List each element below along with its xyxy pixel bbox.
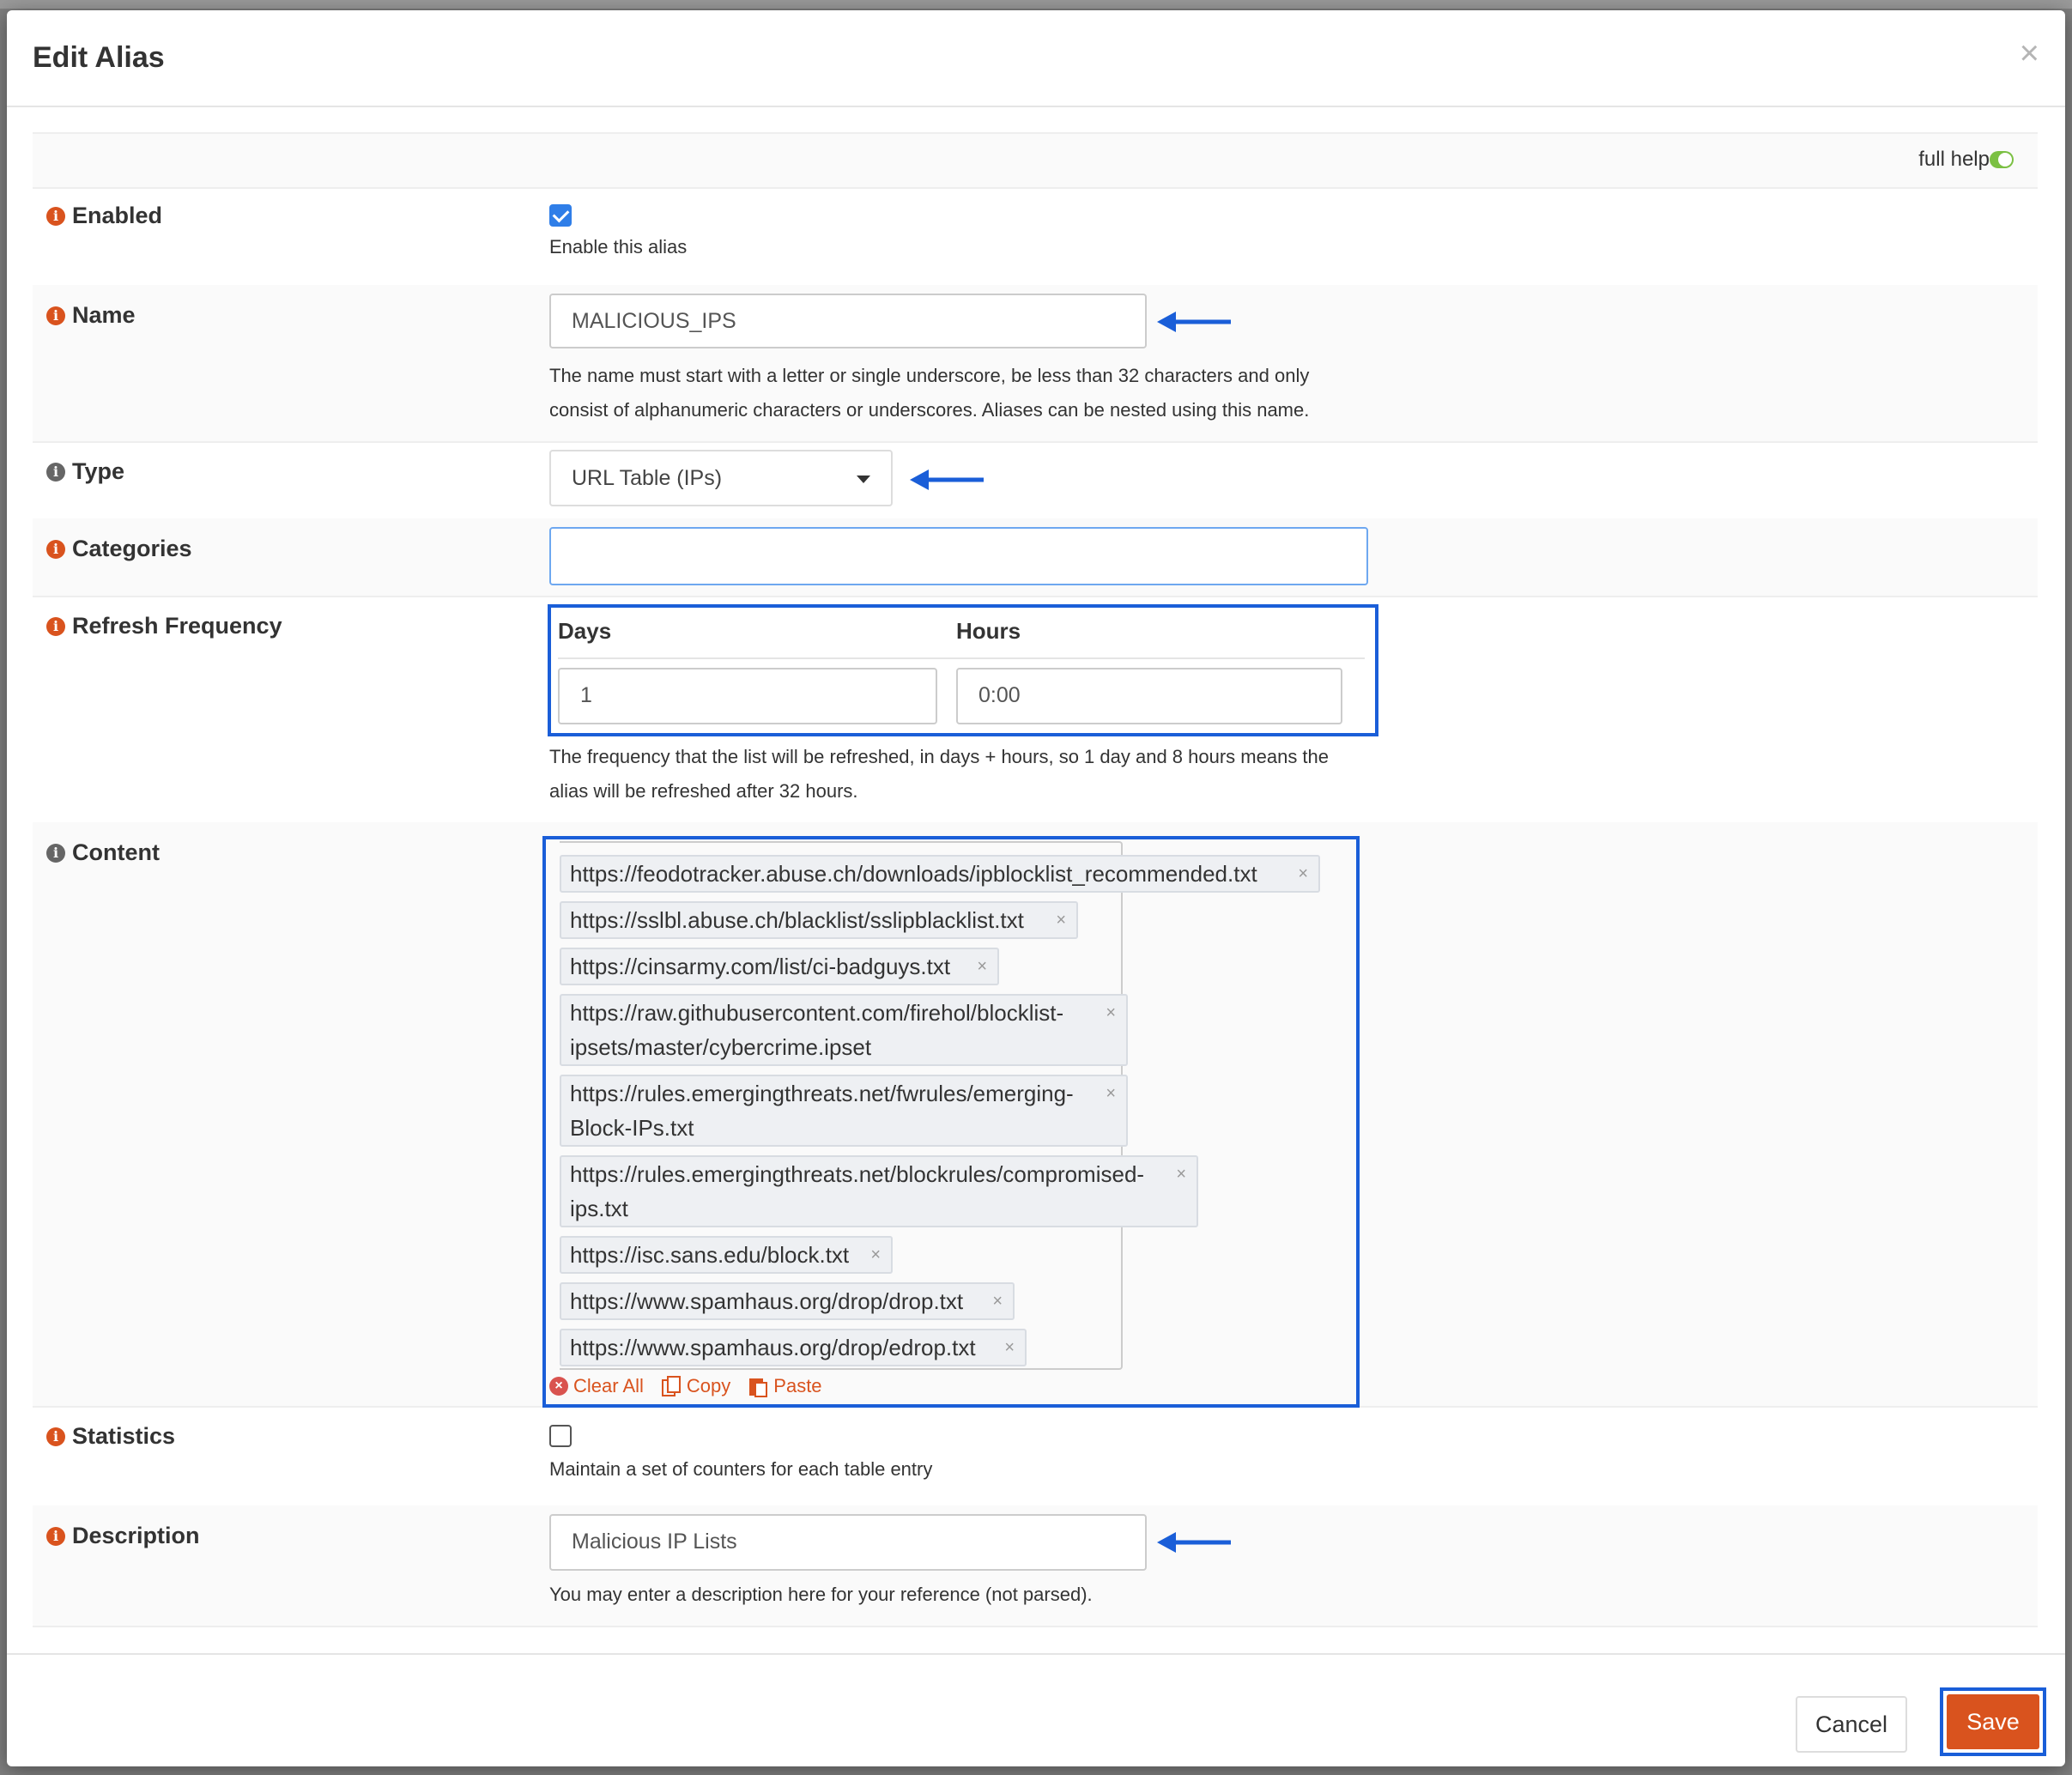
dialog-title: Edit Alias (33, 41, 165, 74)
info-circle-icon[interactable]: i (46, 1427, 65, 1446)
name-label-text: Name (72, 302, 136, 328)
refresh-frequency-row: i Refresh Frequency Days Hours 1 0:00 Th… (33, 596, 2038, 824)
description-label: i Description (46, 1523, 200, 1549)
content-highlight-top (542, 836, 1360, 1408)
categories-label: i Categories (46, 536, 192, 562)
refresh-frequency-help: The frequency that the list will be refr… (549, 740, 1329, 809)
info-circle-icon[interactable]: i (46, 462, 65, 482)
categories-row: i Categories (33, 518, 2038, 597)
refresh-help-line2: alias will be refreshed after 32 hours. (549, 780, 858, 802)
info-circle-icon[interactable]: i (46, 539, 65, 559)
edit-alias-dialog: Edit Alias × full help i Enabled Enable … (7, 10, 2065, 1766)
refresh-help-line1: The frequency that the list will be refr… (549, 746, 1330, 767)
statistics-help: Maintain a set of counters for each tabl… (549, 1458, 933, 1480)
refresh-frequency-label-text: Refresh Frequency (72, 613, 282, 639)
info-circle-icon[interactable]: i (46, 616, 65, 636)
arrow-left-icon (1157, 312, 1231, 332)
modal-backdrop (0, 0, 2072, 9)
full-help-label: full help (1918, 148, 1990, 171)
name-help-line2: consist of alphanumeric characters or un… (549, 399, 1310, 421)
type-row: i Type URL Table (IPs) (33, 441, 2038, 520)
alias-form: full help i Enabled Enable this alias i … (33, 132, 2038, 1627)
description-input[interactable]: Malicious IP Lists (549, 1514, 1147, 1571)
close-icon[interactable]: × (2020, 36, 2039, 70)
save-highlight: Save (1940, 1687, 2046, 1756)
type-selected-value: URL Table (IPs) (572, 466, 723, 490)
info-circle-icon[interactable]: i (46, 306, 65, 325)
statistics-checkbox[interactable] (549, 1425, 572, 1447)
refresh-frequency-label: i Refresh Frequency (46, 613, 282, 639)
arrow-left-icon (910, 469, 984, 490)
cancel-button[interactable]: Cancel (1796, 1696, 1907, 1753)
description-label-text: Description (72, 1523, 200, 1548)
content-label: i Content (46, 839, 160, 866)
statistics-row: i Statistics Maintain a set of counters … (33, 1406, 2038, 1507)
frequency-highlight (548, 604, 1378, 736)
info-circle-icon[interactable]: i (46, 206, 65, 226)
name-label: i Name (46, 302, 136, 329)
info-circle-icon[interactable]: i (46, 843, 65, 863)
categories-label-text: Categories (72, 536, 192, 561)
description-help: You may enter a description here for you… (549, 1584, 1093, 1605)
content-label-text: Content (72, 839, 160, 865)
statistics-label-text: Statistics (72, 1423, 176, 1449)
name-row: i Name MALICIOUS_IPS The name must start… (33, 285, 2038, 443)
full-help-toggle[interactable] (1990, 151, 2014, 168)
save-button[interactable]: Save (1947, 1694, 2039, 1749)
statistics-label: i Statistics (46, 1423, 175, 1450)
name-help: The name must start with a letter or sin… (549, 359, 1309, 427)
name-help-line1: The name must start with a letter or sin… (549, 365, 1310, 386)
type-select[interactable]: URL Table (IPs) (549, 450, 893, 506)
dialog-footer: Cancel Save (7, 1653, 2065, 1768)
enabled-help: Enable this alias (549, 236, 688, 257)
caret-down-icon (857, 476, 870, 483)
arrow-left-icon (1157, 1532, 1231, 1553)
type-label: i Type (46, 458, 124, 485)
enabled-row: i Enabled Enable this alias (33, 185, 2038, 287)
full-help-row: full help (33, 132, 2038, 189)
enabled-label: i Enabled (46, 203, 162, 229)
enabled-label-text: Enabled (72, 203, 163, 228)
info-circle-icon[interactable]: i (46, 1526, 65, 1546)
description-row: i Description Malicious IP Lists You may… (33, 1505, 2038, 1627)
name-input[interactable]: MALICIOUS_IPS (549, 294, 1147, 348)
categories-input[interactable] (549, 527, 1368, 585)
type-label-text: Type (72, 458, 125, 484)
enabled-checkbox[interactable] (549, 204, 572, 227)
dialog-header: Edit Alias × (7, 10, 2065, 107)
